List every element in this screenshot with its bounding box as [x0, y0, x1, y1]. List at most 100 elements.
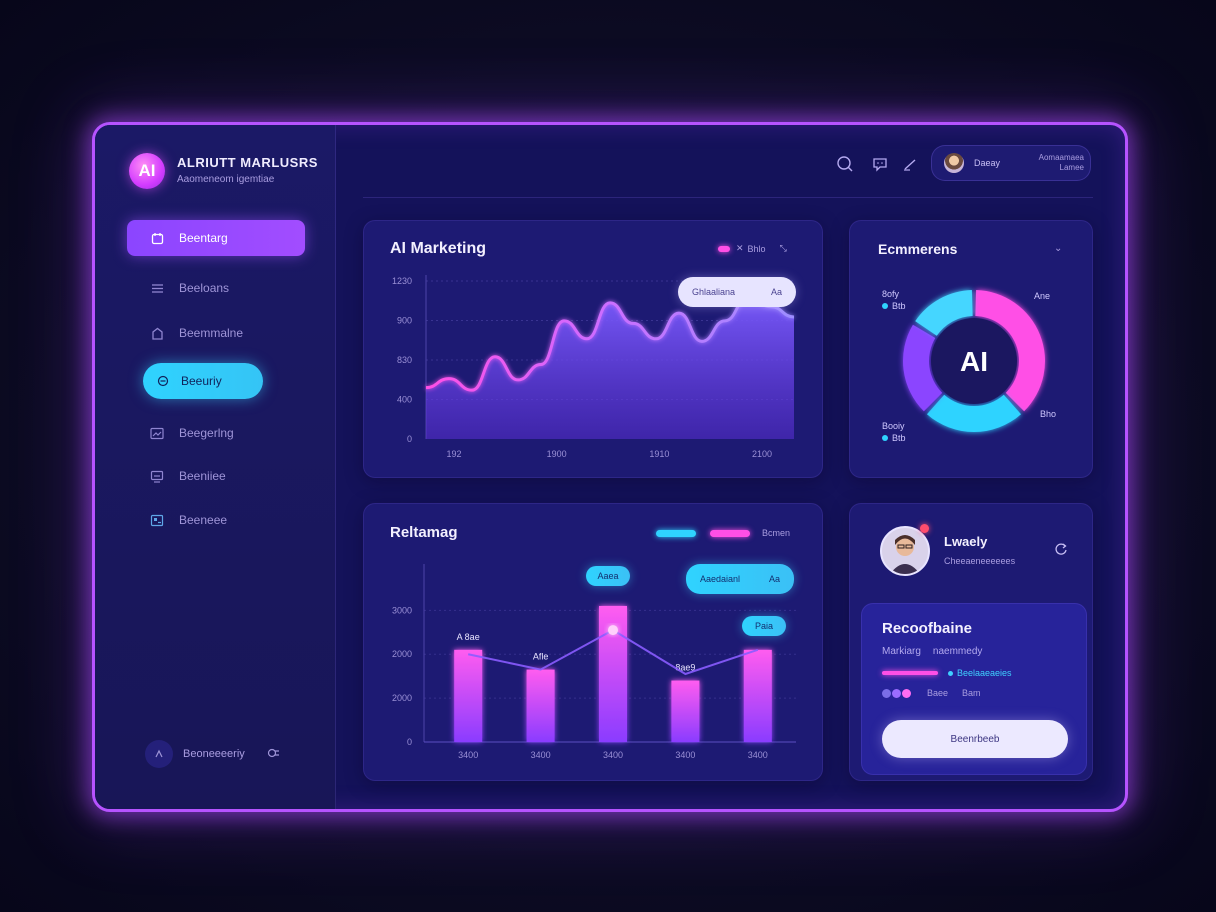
brand-subtitle: Aaomeneom igemtiae — [177, 174, 275, 185]
rec-progress-label: Beelaaeaeies — [957, 668, 1012, 678]
shield-icon — [155, 373, 171, 389]
donut-label-bl-sub: Btb — [892, 433, 906, 443]
rec-subtitle-left: Markiarg — [882, 646, 921, 657]
donut-label-tl-legend: Btb — [882, 301, 906, 311]
sidebar-item-7[interactable]: Beeneee — [127, 502, 305, 538]
y-tick-label: 3000 — [392, 605, 412, 615]
x-tick-label: 3400 — [603, 750, 623, 760]
donut-label-tl-value: 8ofy — [882, 289, 900, 299]
y-tick-label: 400 — [397, 395, 412, 405]
x-tick-label: 3400 — [531, 750, 551, 760]
x-tick-label: 3400 — [748, 750, 768, 760]
sidebar-item-label: Beeloans — [179, 281, 230, 295]
status-badge — [920, 524, 929, 533]
sidebar-item-label: Beegerlng — [179, 426, 234, 440]
y-tick-label: 1230 — [392, 276, 412, 286]
bar — [743, 649, 772, 742]
refresh-icon[interactable] — [1054, 542, 1068, 561]
sidebar-item-label: Beeneee — [179, 513, 228, 527]
search-icon[interactable] — [836, 155, 854, 173]
sidebar-item-4[interactable]: Beeuriy — [143, 363, 263, 399]
edit-icon[interactable] — [901, 155, 919, 173]
settings-row[interactable]: Beoneeeeriy — [145, 739, 305, 769]
y-tick-label: 2000 — [392, 693, 412, 703]
profile-detail-bottom: Lamee — [1059, 163, 1084, 172]
donut-label-bottom-left: Booiy Btb — [882, 421, 906, 443]
sidebar-item-label: Beentarg — [179, 231, 228, 245]
x-tick-label: 2100 — [752, 449, 772, 459]
rec-progress-dot — [948, 670, 953, 676]
rec-title: Recoofbaine — [882, 620, 973, 637]
calendar-icon — [149, 230, 165, 246]
bar-tooltip-right: Aaedaianl Aa — [686, 564, 794, 594]
rec-dots-right: Bam — [962, 688, 981, 698]
donut-label-bottom-right: Bho — [1040, 409, 1057, 419]
legend-cyan-dot — [882, 435, 888, 441]
settings-label: Beoneeeeriy — [183, 748, 245, 760]
x-tick-label: 1910 — [649, 449, 669, 459]
sidebar-item-1[interactable]: Beentarg — [127, 220, 305, 256]
marketing-chart-card: AI Marketing ✕ Bhlo ⤡ 0 400 830 900 1230 192 1… — [363, 220, 823, 478]
rec-progress-bar — [882, 671, 938, 675]
settings-toggle-icon[interactable] — [267, 747, 281, 762]
sidebar-item-3[interactable]: Beemmalne — [127, 315, 305, 351]
sidebar-item-6[interactable]: Beeniiee — [127, 458, 305, 494]
rec-dot-1 — [882, 688, 891, 698]
rec-dot-3 — [902, 688, 911, 698]
brand-logo: AI — [129, 153, 165, 189]
recommendation-panel: Recoofbaine Markiarg naemmedy Beelaaeaei… — [861, 603, 1087, 775]
rec-progress-row: Beelaaeaeies — [882, 668, 1012, 678]
bar-data-label: A 8ae — [457, 632, 480, 642]
profile-card-name: Lwaely — [944, 534, 988, 549]
y-tick-label: 0 — [407, 737, 412, 747]
y-tick-label: 0 — [407, 434, 412, 444]
avatar — [944, 153, 964, 173]
monitor-icon — [149, 468, 165, 484]
donut-label-top-left: 8ofy Btb — [882, 289, 906, 311]
settings-avatar-icon — [145, 740, 173, 768]
profile-detail: Aomaamaea Lamee — [1024, 153, 1084, 173]
avatar — [880, 526, 930, 576]
grid-icon — [149, 512, 165, 528]
rec-dot-2 — [892, 688, 901, 698]
bar-chart: 02000200030003400A 8ae3400Afle3400 34008a… — [392, 564, 796, 760]
rec-subtitle-right: naemmedy — [932, 646, 983, 657]
sidebar-item-2[interactable]: Beeloans — [127, 270, 305, 306]
list-icon — [149, 280, 165, 296]
bar-data-label: Afle — [533, 652, 549, 662]
bar-tooltip-rightmost: Paia — [742, 616, 786, 636]
marketing-tooltip-suffix: Aa — [770, 287, 782, 297]
marketing-tooltip-label: Ghlaaliana — [692, 287, 736, 297]
rec-dots-label: Baee — [927, 688, 949, 698]
marketing-tooltip: Ghlaaliana Aa — [678, 277, 796, 307]
donut-label-bl-value: Booiy — [882, 421, 905, 431]
bar-tooltip-right-suffix: Aa — [768, 574, 780, 584]
sidebar-item-5[interactable]: Beegerlng — [127, 415, 305, 451]
x-tick-label: 1900 — [547, 449, 567, 459]
recommendation-button[interactable]: Beenrbeeb — [882, 720, 1068, 758]
donut-label-bl-legend: Btb — [882, 433, 906, 443]
sidebar-item-label: Beemmalne — [179, 326, 244, 340]
bar — [671, 680, 700, 742]
bar-chart-card: Reltamag Bcmen 0 2000 2000 3000 3400 A 8ae 340… — [363, 503, 823, 781]
bar-tooltip-right-label: Aaedaianl — [700, 574, 741, 584]
y-tick-label: 830 — [397, 355, 412, 365]
chat-icon[interactable] — [871, 155, 889, 173]
profile-detail-top: Aomaamaea — [1038, 153, 1084, 162]
x-tick-label: 192 — [446, 449, 461, 459]
donut-label-tl-sub: Btb — [892, 301, 906, 311]
sidebar-item-label: Beeuriy — [181, 374, 222, 388]
home-icon — [149, 325, 165, 341]
rec-subtitle: Markiarg naemmedy — [882, 646, 982, 657]
x-tick-label: 3400 — [675, 750, 695, 760]
bar — [454, 649, 483, 742]
profile-menu[interactable]: Daeay Aomaamaea Lamee — [931, 145, 1091, 181]
trend-peak-point — [608, 625, 618, 636]
donut-label-top-right: Ane — [1034, 291, 1051, 301]
x-tick-label: 3400 — [458, 750, 478, 760]
profile-card-subtitle: Cheeaeneeeeees — [944, 556, 1016, 566]
y-tick-label: 2000 — [392, 649, 412, 659]
sidebar-item-label: Beeniiee — [179, 469, 226, 483]
bar — [526, 669, 555, 742]
rec-dots-row: Baee Bam — [882, 688, 981, 698]
